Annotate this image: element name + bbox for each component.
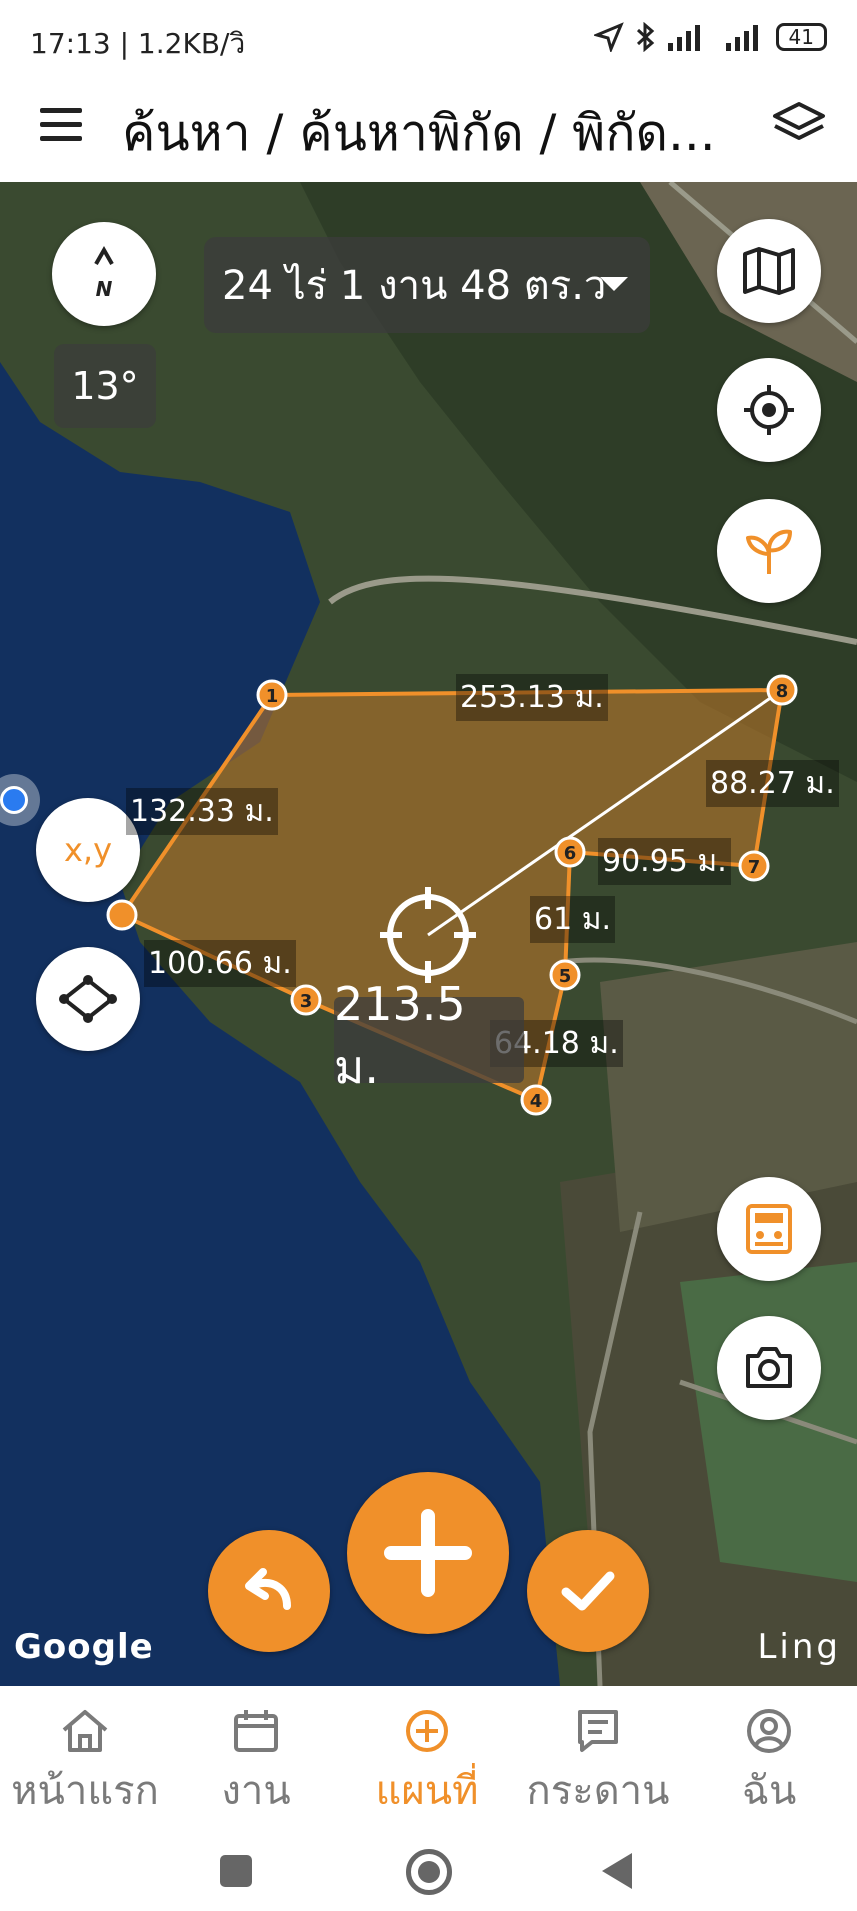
vertex-4-label: 4 [530,1091,543,1112]
map-watermark: Ling [757,1627,841,1667]
segment-label-6-7: 90.95 ม. [598,838,731,885]
polygon-shape-icon [59,975,117,1023]
signal-icon [667,25,700,51]
board-icon [578,1710,618,1752]
vertex-6[interactable]: 6 [554,836,586,868]
segment-label-2-3: 100.66 ม. [144,940,296,987]
add-point-button[interactable] [347,1472,509,1634]
status-bar: 17:13 | 1.2KB/วิ 41 [0,0,857,78]
signal-4g-icon [725,25,758,51]
menu-icon[interactable] [40,108,82,148]
nav-label-me: ฉัน [741,1768,797,1814]
vertex-8[interactable]: 8 [766,674,798,706]
shape-button[interactable] [36,947,140,1051]
map-type-button[interactable] [717,219,821,323]
nav-label-home: หน้าแรก [11,1768,159,1814]
vertex-7[interactable]: 7 [738,850,770,882]
vertex-6-label: 6 [564,843,577,864]
status-time: 17:13 | 1.2KB/วิ [30,27,246,60]
layers-button[interactable] [771,100,827,148]
nav-item-board[interactable]: กระดาน [513,1704,683,1822]
area-dropdown[interactable]: 24 ไร่ 1 งาน 48 ตร.ว [204,237,650,333]
home-system-button[interactable] [406,1849,452,1895]
xy-button[interactable]: x,y [36,798,140,902]
back-icon[interactable] [600,1851,634,1891]
user-icon [747,1709,791,1753]
current-distance-readout: 213.5 ม. [334,977,524,1094]
vertex-8-label: 8 [776,681,789,702]
bottom-nav: หน้าแรก งาน แผนที่ กระดาน ฉัน [0,1686,857,1831]
vertex-2[interactable] [106,899,138,931]
plus-icon [384,1509,472,1597]
vertex-1[interactable]: 1 [256,679,288,711]
segment-label-8-7: 88.27 ม. [706,760,839,807]
plant-button[interactable] [717,499,821,603]
vertex-5-label: 5 [559,966,572,987]
compass-label: N [96,277,113,301]
vertex-3-label: 3 [300,991,313,1012]
recents-button[interactable] [220,1855,252,1887]
vertex-4[interactable]: 4 [520,1084,552,1116]
vertex-3[interactable]: 3 [290,984,322,1016]
vertex-5[interactable]: 5 [549,959,581,991]
nav-label-map: แผนที่ [375,1768,479,1814]
nav-label-board: กระดาน [526,1768,670,1814]
check-icon [561,1571,615,1611]
nav-item-map[interactable]: แผนที่ [342,1704,512,1822]
google-logo: Google [14,1627,154,1667]
layers-icon [773,102,825,140]
vertex-1-label: 1 [266,686,279,707]
calculator-icon [746,1204,792,1254]
nav-item-me[interactable]: ฉัน [684,1704,854,1822]
confirm-button[interactable] [527,1530,649,1652]
app-bar: ค้นหา / ค้นหาพิกัด / พิกัด... [0,78,857,182]
location-arrow-icon [593,22,624,52]
nav-item-home[interactable]: หน้าแรก [0,1704,170,1822]
bearing-readout: 13° [54,344,156,428]
calendar-icon [234,1710,278,1752]
compass-button[interactable]: N [52,222,156,326]
battery-level: 41 [775,23,827,51]
segment-label-5-6: 61 ม. [530,896,616,943]
nav-label-jobs: งาน [221,1768,291,1814]
area-text: 24 ไร่ 1 งาน 48 ตร.ว [222,263,607,309]
my-location-button[interactable] [717,358,821,462]
page-title: ค้นหา / ค้นหาพิกัด / พิกัด... [122,104,716,162]
gps-target-icon [744,385,794,435]
undo-button[interactable] [208,1530,330,1652]
sprout-icon [746,529,792,574]
map-view[interactable]: 1 8 7 6 5 4 3 N 13° 24 ไร่ 1 งาน 48 ตร.ว [0,182,857,1686]
segment-label-1-8: 253.13 ม. [456,674,608,721]
nav-item-jobs[interactable]: งาน [171,1704,341,1822]
home-icon [62,1710,108,1752]
plus-circle-icon [406,1710,448,1752]
map-icon [743,247,795,295]
undo-icon [245,1568,291,1610]
chevron-down-icon [600,277,628,291]
camera-icon [746,1347,792,1388]
camera-button[interactable] [717,1316,821,1420]
status-icons: 41 [593,22,827,52]
calculator-button[interactable] [717,1177,821,1281]
xy-label: x,y [63,831,113,869]
system-nav [0,1831,857,1911]
vertex-7-label: 7 [748,857,761,878]
segment-label-1-2: 132.33 ม. [126,788,278,835]
bluetooth-icon [636,22,654,52]
compass-icon: N [94,245,114,301]
